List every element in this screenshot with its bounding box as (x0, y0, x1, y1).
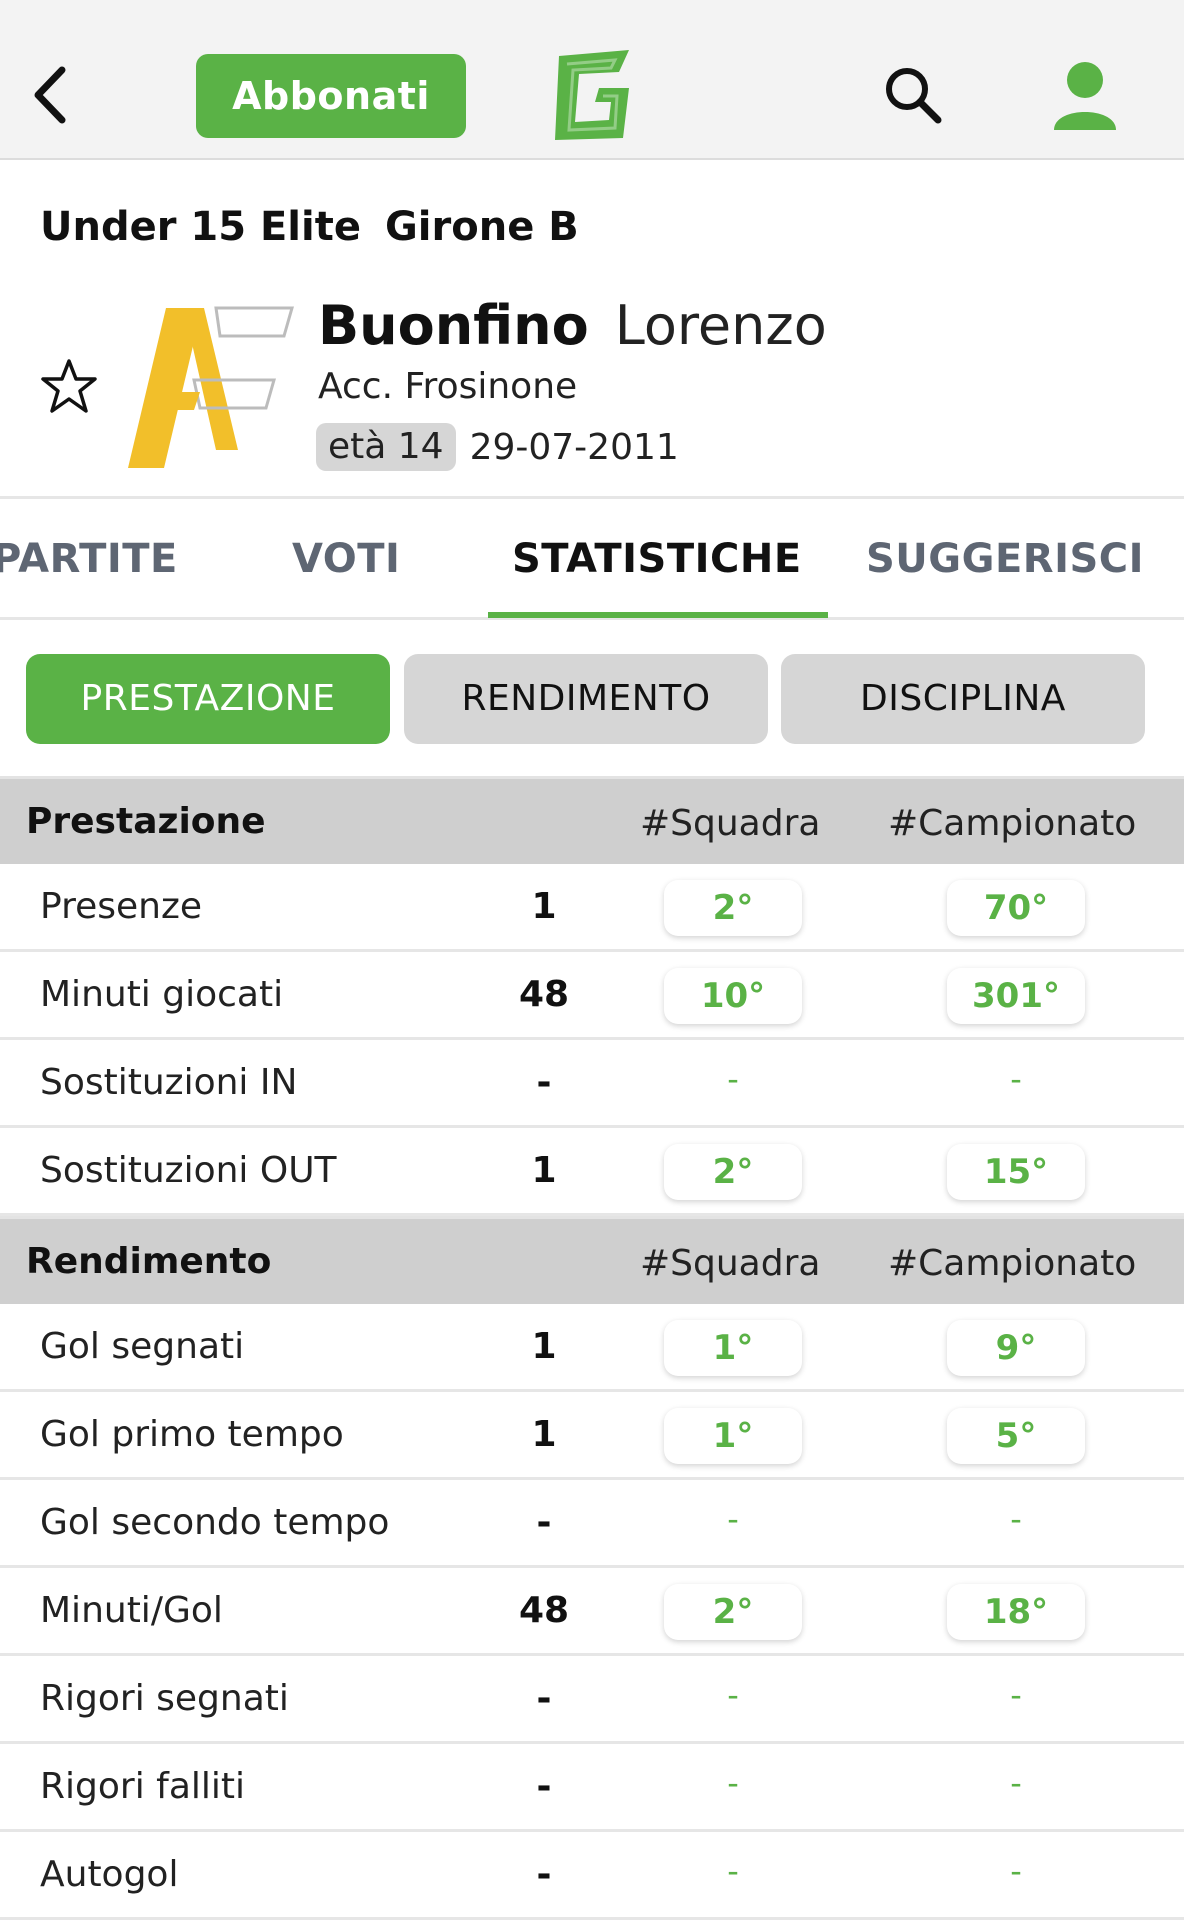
team-rank-pill[interactable]: 10° (664, 968, 802, 1024)
star-outline-icon[interactable] (38, 356, 100, 418)
league-rank-pill[interactable]: 15° (947, 1144, 1085, 1200)
app-logo-icon[interactable] (545, 46, 635, 144)
team-name[interactable]: Acc. Frosinone (318, 366, 577, 407)
stat-label: Sostituzioni OUT (40, 1150, 337, 1191)
active-tab-indicator (488, 612, 828, 618)
column-header-league-rank: #Campionato (888, 1243, 1137, 1284)
stat-value: 48 (518, 974, 570, 1015)
segment-prestazione[interactable]: PRESTAZIONE (26, 654, 390, 744)
team-rank-empty: - (727, 1764, 739, 1802)
group-name: Girone B (384, 204, 579, 250)
chevron-left-icon[interactable] (18, 60, 88, 130)
player-surname: Buonfino (318, 294, 589, 357)
table-row: Autogol - - - (0, 1832, 1184, 1920)
league-rank-empty: - (1010, 1500, 1022, 1538)
column-header-team-rank: #Squadra (640, 1243, 821, 1284)
table-row: Minuti giocati 48 10° 301° (0, 952, 1184, 1040)
segment-disciplina[interactable]: DISCIPLINA (781, 654, 1145, 744)
stat-label: Minuti/Gol (40, 1590, 223, 1631)
league-rank-pill[interactable]: 9° (947, 1320, 1085, 1376)
stat-value: - (536, 1062, 552, 1103)
stat-label: Sostituzioni IN (40, 1062, 298, 1103)
stat-label: Gol segnati (40, 1326, 245, 1367)
player-name: Buonfino Lorenzo (318, 294, 827, 357)
player-firstname: Lorenzo (614, 294, 827, 357)
stat-value: - (536, 1854, 552, 1895)
team-rank-pill[interactable]: 2° (664, 1584, 802, 1640)
stat-label: Rigori falliti (40, 1766, 245, 1807)
tab-partite[interactable]: PARTITE (0, 536, 178, 582)
age-row: età 14 29-07-2011 (316, 422, 679, 472)
competition-name: Under 15 Elite (40, 204, 361, 250)
club-logo (124, 300, 294, 472)
league-rank-pill[interactable]: 18° (947, 1584, 1085, 1640)
league-rank-empty: - (1010, 1852, 1022, 1890)
section-title: Prestazione (26, 801, 266, 842)
divider (0, 496, 1184, 499)
table-row: Rigori segnati - - - (0, 1656, 1184, 1744)
section-header: Rendimento #Squadra #Campionato (0, 1216, 1184, 1304)
date-of-birth: 29-07-2011 (469, 426, 679, 468)
table-row: Rigori falliti - - - (0, 1744, 1184, 1832)
stat-value: 1 (531, 1414, 557, 1455)
league-rank-empty: - (1010, 1060, 1022, 1098)
team-rank-pill[interactable]: 1° (664, 1408, 802, 1464)
column-header-team-rank: #Squadra (640, 803, 821, 844)
stat-label: Rigori segnati (40, 1678, 289, 1719)
table-row: Gol primo tempo 1 1° 5° (0, 1392, 1184, 1480)
top-bar: Abbonati (0, 0, 1184, 160)
table-row: Sostituzioni IN - - - (0, 1040, 1184, 1128)
stat-label: Presenze (40, 886, 202, 927)
tab-suggerisci[interactable]: SUGGERISCI (866, 536, 1144, 582)
league-rank-empty: - (1010, 1676, 1022, 1714)
team-rank-pill[interactable]: 2° (664, 1144, 802, 1200)
stats-table: Prestazione #Squadra #Campionato Presenze 1 2… (0, 776, 1184, 1920)
table-row: Minuti/Gol 48 2° 18° (0, 1568, 1184, 1656)
stat-value: - (536, 1766, 552, 1807)
league-rank-pill[interactable]: 301° (947, 968, 1085, 1024)
player-stats-page: Abbonati Under 15 Elite Girone B Buonfin… (0, 0, 1184, 1920)
tab-voti[interactable]: VOTI (292, 536, 400, 582)
table-row: Presenze 1 2° 70° (0, 864, 1184, 952)
league-rank-empty: - (1010, 1764, 1022, 1802)
tab-statistiche[interactable]: STATISTICHE (512, 536, 802, 582)
tab-bar: PARTITE VOTI STATISTICHE SUGGERISCI (0, 500, 1184, 620)
stat-label: Gol secondo tempo (40, 1502, 390, 1543)
segment-rendimento[interactable]: RENDIMENTO (404, 654, 768, 744)
team-rank-empty: - (727, 1060, 739, 1098)
league-rank-pill[interactable]: 70° (947, 880, 1085, 936)
column-header-league-rank: #Campionato (888, 803, 1137, 844)
search-icon[interactable] (880, 62, 946, 128)
stat-label: Gol primo tempo (40, 1414, 344, 1455)
stat-value: - (536, 1678, 552, 1719)
team-rank-empty: - (727, 1676, 739, 1714)
user-icon[interactable] (1050, 58, 1120, 132)
stat-label: Autogol (40, 1854, 179, 1895)
stat-value: 48 (518, 1590, 570, 1631)
section-header: Prestazione #Squadra #Campionato (0, 776, 1184, 864)
stat-value: 1 (531, 1150, 557, 1191)
subscribe-button[interactable]: Abbonati (196, 54, 466, 138)
stat-value: 1 (531, 886, 557, 927)
stat-value: 1 (531, 1326, 557, 1367)
team-rank-pill[interactable]: 1° (664, 1320, 802, 1376)
table-row: Gol secondo tempo - - - (0, 1480, 1184, 1568)
stat-label: Minuti giocati (40, 974, 284, 1015)
league-rank-pill[interactable]: 5° (947, 1408, 1085, 1464)
team-rank-empty: - (727, 1500, 739, 1538)
competition-title: Under 15 Elite Girone B (40, 204, 603, 250)
section-title: Rendimento (26, 1241, 272, 1282)
team-rank-pill[interactable]: 2° (664, 880, 802, 936)
age-badge: età 14 (316, 423, 456, 471)
team-rank-empty: - (727, 1852, 739, 1890)
table-row: Sostituzioni OUT 1 2° 15° (0, 1128, 1184, 1216)
table-row: Gol segnati 1 1° 9° (0, 1304, 1184, 1392)
stat-value: - (536, 1502, 552, 1543)
